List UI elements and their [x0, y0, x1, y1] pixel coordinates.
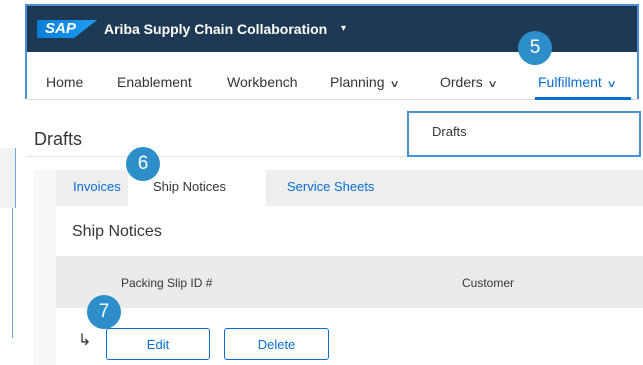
tab-ship-notices[interactable]: Ship Notices [153, 179, 226, 195]
page-title: Drafts [34, 129, 83, 149]
section-title: Ship Notices [72, 223, 162, 240]
left-panel-edge [0, 148, 16, 208]
delete-button[interactable]: Delete [224, 328, 329, 360]
step-badge-7: 7 [87, 295, 121, 329]
step-badge-6: 6 [126, 147, 160, 181]
step-badge-5: 5 [518, 31, 552, 65]
tab-service-sheets[interactable]: Service Sheets [287, 179, 374, 195]
column-header-packing-slip[interactable]: Packing Slip ID # [121, 276, 212, 291]
tab-invoices[interactable]: Invoices [73, 179, 121, 195]
column-header-customer[interactable]: Customer [462, 276, 514, 291]
edit-button[interactable]: Edit [106, 328, 210, 360]
menu-item-drafts[interactable]: Drafts [432, 124, 467, 140]
row-action-arrow-icon: ↳ [78, 332, 92, 349]
left-panel-border [12, 208, 13, 338]
